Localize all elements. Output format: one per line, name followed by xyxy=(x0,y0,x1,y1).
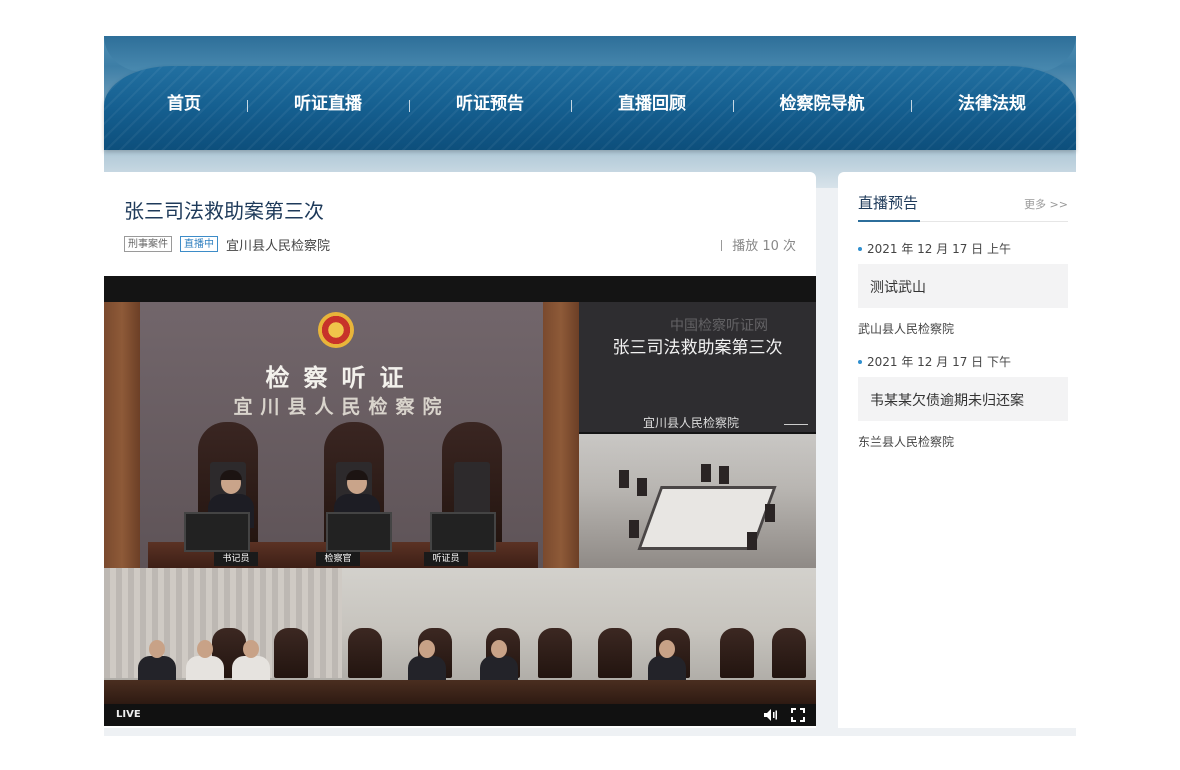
chair xyxy=(765,504,775,522)
chair xyxy=(772,628,806,678)
nav-separator xyxy=(733,100,734,112)
camera-bottom-left xyxy=(104,568,342,704)
event-org: 东兰县人民检察院 xyxy=(858,435,955,449)
video-player[interactable]: 检察听证 宜川县人民检察院 书记员 检察官 听证员 中国检察听证网 张三司法救助… xyxy=(104,276,816,726)
site-header: 首页 听证直播 听证预告 直播回顾 检察院导航 法律法规 xyxy=(104,36,1076,188)
nav-item-live[interactable]: 听证直播 xyxy=(294,92,362,116)
event-item[interactable]: 测试武山 xyxy=(858,264,1068,308)
nav-item-laws[interactable]: 法律法规 xyxy=(958,92,1026,116)
monitor xyxy=(430,512,496,552)
event-date-text: 2021 年 12 月 17 日 下午 xyxy=(867,355,1011,369)
chair xyxy=(747,532,757,550)
desk xyxy=(104,680,342,704)
person xyxy=(480,640,518,682)
person xyxy=(138,640,176,682)
volume-icon[interactable] xyxy=(762,707,778,723)
panel-title-underline xyxy=(858,220,920,222)
chair xyxy=(719,466,729,484)
nav-separator xyxy=(571,100,572,112)
play-count-text: 播放 10 次 xyxy=(732,239,796,254)
bullet-icon xyxy=(858,360,862,364)
event-title: 测试武山 xyxy=(870,280,926,296)
chair xyxy=(629,520,639,538)
camera-bottom-right xyxy=(580,568,816,704)
chair xyxy=(720,628,754,678)
national-emblem-icon xyxy=(318,312,354,348)
status-badge: 直播中 xyxy=(180,236,218,252)
wood-panel xyxy=(543,302,579,568)
camera-bottom-middle xyxy=(342,568,580,704)
person xyxy=(232,640,270,682)
panel-header: 直播预告 更多 >> xyxy=(838,172,1076,222)
bullet-icon xyxy=(858,247,862,251)
page-title: 张三司法救助案第三次 xyxy=(124,199,324,223)
event-item[interactable]: 韦某某欠债逾期未归还案 xyxy=(858,377,1068,421)
nav-bar xyxy=(104,66,1076,150)
watermark: 中国检察听证网 xyxy=(670,318,768,334)
monitor xyxy=(184,512,250,552)
overlay-title: 张三司法救助案第三次 xyxy=(612,338,783,358)
desk xyxy=(342,680,580,704)
live-preview-panel: 直播预告 更多 >> 2021 年 12 月 17 日 上午 测试武山 武山县人… xyxy=(838,172,1076,728)
chair xyxy=(274,628,308,678)
fullscreen-icon[interactable] xyxy=(790,707,806,723)
nav-separator xyxy=(409,100,410,112)
nav-item-replay[interactable]: 直播回顾 xyxy=(618,92,686,116)
chair xyxy=(619,470,629,488)
live-detail-card: 张三司法救助案第三次 刑事案件 直播中 宜川县人民检察院 播放 10 次 检察听… xyxy=(104,172,816,728)
event-date-text: 2021 年 12 月 17 日 上午 xyxy=(867,242,1011,256)
camera-meeting-room xyxy=(579,434,816,568)
nav-item-procuratorate[interactable]: 检察院导航 xyxy=(780,92,865,116)
desk xyxy=(580,680,816,704)
event-title: 韦某某欠债逾期未归还案 xyxy=(870,393,1024,409)
nameplate-hearing-member: 听证员 xyxy=(424,552,468,566)
chair xyxy=(637,478,647,496)
video-info-overlay: 中国检察听证网 张三司法救助案第三次 宜川县人民检察院 xyxy=(579,302,816,432)
overlay-org: 宜川县人民检察院 xyxy=(643,416,740,430)
chair xyxy=(538,628,572,678)
person xyxy=(186,640,224,682)
nav-item-home[interactable]: 首页 xyxy=(167,92,201,116)
category-tag[interactable]: 刑事案件 xyxy=(124,236,172,252)
backdrop-subtitle: 宜川县人民检察院 xyxy=(233,396,450,418)
video-controls: LIVE xyxy=(104,704,816,726)
camera-main-courtroom: 检察听证 宜川县人民检察院 书记员 检察官 听证员 xyxy=(104,302,579,568)
person xyxy=(408,640,446,682)
more-link[interactable]: 更多 >> xyxy=(1024,196,1068,212)
page-frame: 首页 听证直播 听证预告 直播回顾 检察院导航 法律法规 张三司法救助案第三次 … xyxy=(104,36,1076,736)
chair xyxy=(598,628,632,678)
panel-title[interactable]: 直播预告 xyxy=(858,192,918,213)
play-count: 播放 10 次 xyxy=(721,235,796,254)
chair xyxy=(701,464,711,482)
backdrop-title: 检察听证 xyxy=(265,363,418,392)
nav-item-preview[interactable]: 听证预告 xyxy=(456,92,524,116)
nameplate-prosecutor: 检察官 xyxy=(316,552,360,566)
person xyxy=(648,640,686,682)
monitor xyxy=(326,512,392,552)
overlay-divider xyxy=(784,424,808,425)
nameplate-clerk: 书记员 xyxy=(214,552,258,566)
event-date: 2021 年 12 月 17 日 上午 xyxy=(858,240,1011,257)
chair xyxy=(348,628,382,678)
nav-separator xyxy=(247,100,248,112)
organization-name[interactable]: 宜川县人民检察院 xyxy=(226,235,330,254)
nav-separator xyxy=(911,100,912,112)
wood-panel xyxy=(104,302,140,568)
event-org: 武山县人民检察院 xyxy=(858,322,955,336)
live-indicator: LIVE xyxy=(116,709,141,720)
event-date: 2021 年 12 月 17 日 下午 xyxy=(858,353,1011,370)
